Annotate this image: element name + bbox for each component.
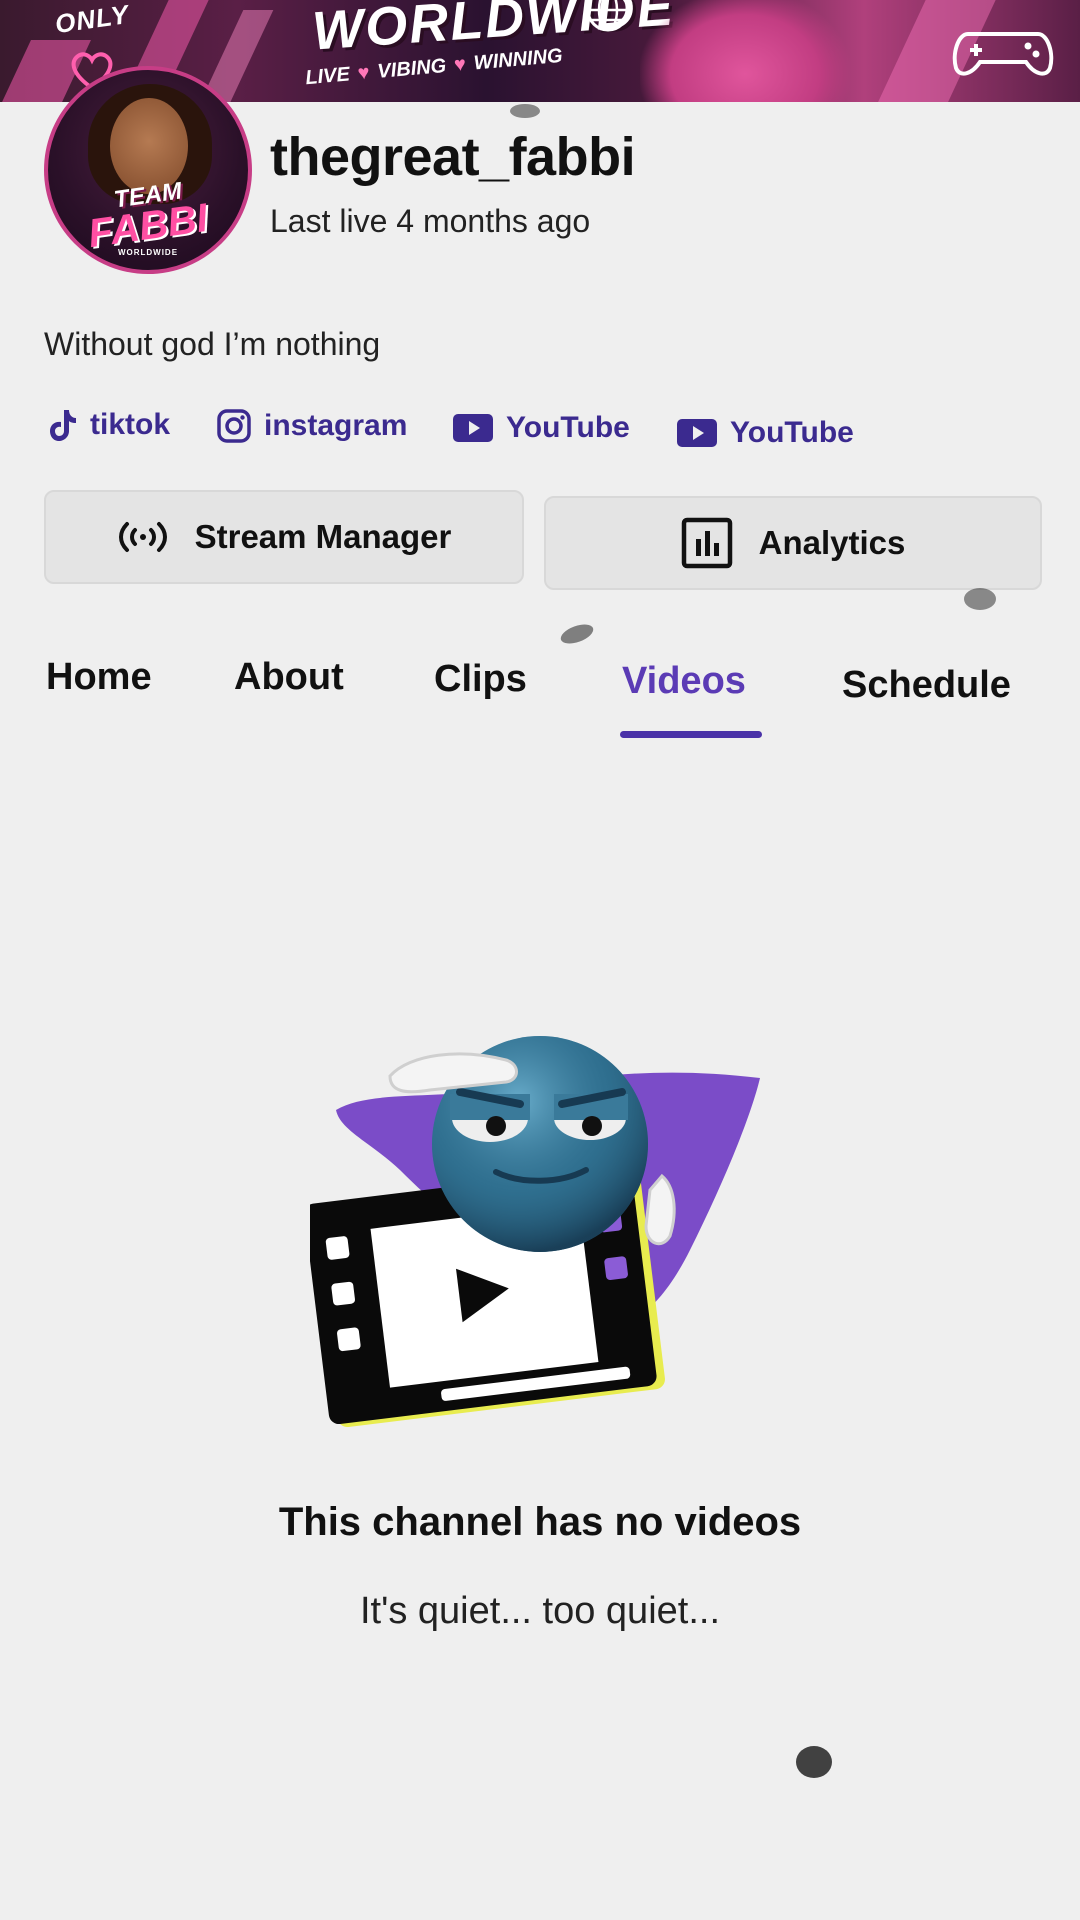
screen-smudge	[558, 620, 596, 648]
empty-state-title: This channel has no videos	[278, 1500, 802, 1544]
broadcast-icon	[118, 522, 167, 552]
channel-bio: Without god I’m nothing	[44, 326, 381, 362]
tab-clips[interactable]: Clips	[434, 658, 527, 701]
channel-username: thegreat_fabbi	[270, 127, 636, 187]
active-tab-indicator	[620, 731, 762, 738]
tab-schedule[interactable]: Schedule	[842, 664, 1011, 707]
social-link-label: YouTube	[730, 416, 854, 449]
banner-character	[640, 0, 850, 102]
bar-chart-icon	[681, 517, 732, 569]
social-link-label: YouTube	[506, 411, 630, 444]
stream-manager-label: Stream Manager	[194, 518, 452, 555]
screen-smudge	[964, 588, 996, 610]
social-link-label: tiktok	[90, 408, 171, 441]
instagram-icon	[217, 409, 251, 443]
channel-avatar[interactable]: TEAM FABBI WORLDWIDE	[44, 66, 252, 274]
social-link-instagram[interactable]: instagram	[216, 408, 407, 444]
avatar-worldwide-text: WORLDWIDE	[117, 248, 179, 257]
tab-about[interactable]: About	[234, 656, 344, 699]
stream-manager-button[interactable]: Stream Manager	[44, 490, 524, 584]
social-link-youtube-2[interactable]: YouTube	[676, 416, 854, 450]
youtube-icon	[453, 414, 493, 442]
tagline-vibing: VIBING	[376, 54, 448, 83]
social-link-label: instagram	[264, 409, 408, 442]
tab-videos[interactable]: Videos	[622, 660, 746, 703]
screen-smudge	[796, 1746, 832, 1778]
saluting-emoji-film-icon	[310, 1036, 760, 1428]
social-link-youtube-1[interactable]: YouTube	[452, 411, 630, 445]
globe-icon	[586, 0, 630, 32]
last-live-status: Last live 4 months ago	[270, 203, 591, 239]
screen-smudge	[510, 104, 540, 118]
tagline-live: LIVE	[304, 63, 351, 90]
empty-state-subtitle: It's quiet... too quiet...	[359, 1590, 721, 1632]
gamepad-icon	[952, 32, 1054, 76]
banner-only-text: ONLY	[53, 0, 131, 40]
analytics-label: Analytics	[758, 524, 906, 561]
tiktok-icon	[50, 410, 76, 441]
youtube-icon	[677, 419, 717, 447]
tab-home[interactable]: Home	[46, 656, 152, 699]
social-link-tiktok[interactable]: tiktok	[48, 408, 170, 442]
analytics-button[interactable]: Analytics	[544, 496, 1042, 590]
